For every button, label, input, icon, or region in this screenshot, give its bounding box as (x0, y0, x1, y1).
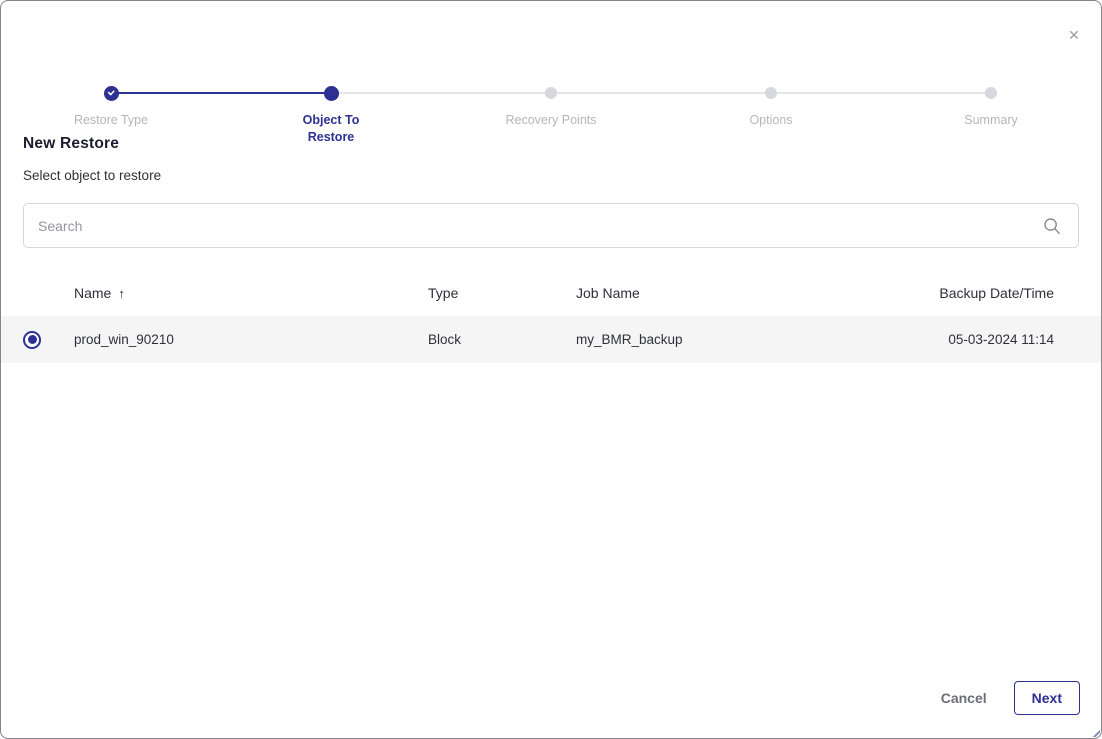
step-label: Recovery Points (505, 112, 596, 129)
cell-name: prod_win_90210 (63, 332, 417, 347)
search-icon[interactable] (1038, 212, 1066, 240)
cancel-button[interactable]: Cancel (941, 690, 987, 706)
cell-job-name: my_BMR_backup (565, 332, 821, 347)
cell-type: Block (417, 332, 565, 347)
page-subtitle: Select object to restore (23, 168, 1079, 183)
cell-backup-datetime: 05-03-2024 11:14 (821, 332, 1101, 347)
step-restore-type[interactable]: Restore Type (1, 43, 221, 146)
step-label: Summary (964, 112, 1017, 129)
step-options: Options (661, 43, 881, 146)
step-summary: Summary (881, 43, 1101, 146)
column-header-type[interactable]: Type (417, 285, 565, 301)
sort-ascending-icon: ↑ (118, 286, 125, 301)
table-row[interactable]: prod_win_90210 Block my_BMR_backup 05-03… (1, 316, 1101, 363)
step-upcoming-icon (985, 87, 997, 99)
close-icon[interactable]: ✕ (1064, 25, 1084, 45)
step-recovery-points: Recovery Points (441, 43, 661, 146)
step-label: Object To Restore (281, 112, 381, 146)
step-upcoming-icon (765, 87, 777, 99)
next-button[interactable]: Next (1014, 681, 1080, 715)
search-box (23, 203, 1079, 248)
row-radio-selected[interactable] (23, 331, 41, 349)
step-label: Options (749, 112, 792, 129)
column-header-name[interactable]: Name ↑ (63, 285, 417, 301)
step-object-to-restore[interactable]: Object To Restore (221, 43, 441, 146)
resize-grip[interactable] (1089, 726, 1100, 737)
step-completed-icon (104, 86, 119, 101)
wizard-stepper: Restore Type Object To Restore Recovery … (1, 43, 1101, 105)
search-input[interactable] (38, 218, 1038, 234)
step-upcoming-icon (545, 87, 557, 99)
column-header-job-name[interactable]: Job Name (565, 285, 821, 301)
table-header: Name ↑ Type Job Name Backup Date/Time (1, 270, 1101, 316)
step-current-icon (324, 86, 339, 101)
column-header-backup-datetime[interactable]: Backup Date/Time (821, 285, 1101, 301)
step-label: Restore Type (74, 112, 148, 129)
footer-actions: Cancel Next (941, 681, 1080, 715)
new-restore-dialog: ✕ Restore Type Object To Restore Recover… (0, 0, 1102, 739)
